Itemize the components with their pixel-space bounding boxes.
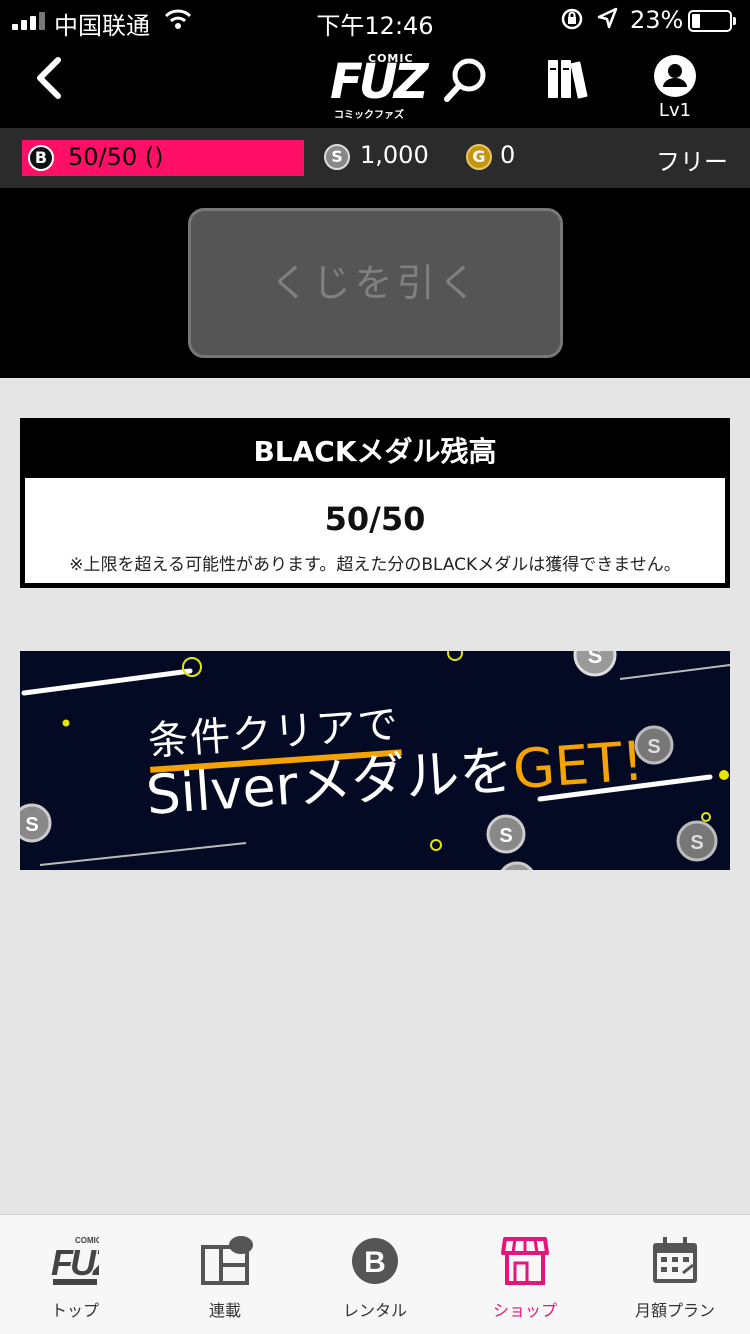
calendar-icon: [651, 1235, 699, 1287]
tab-rental[interactable]: B レンタル: [300, 1215, 450, 1334]
balance-card-body: 50/50 ※上限を超える可能性があります。超えた分のBLACKメダルは獲得でき…: [25, 478, 725, 583]
back-button[interactable]: [30, 54, 70, 104]
black-medal-value: 50/50 (): [68, 143, 164, 171]
logo-fuz-text: FUZ: [330, 54, 429, 110]
svg-text:S: S: [25, 814, 38, 836]
profile-button[interactable]: Lv1: [648, 54, 702, 124]
black-medal-balance-card: BLACKメダル残高 50/50 ※上限を超える可能性があります。超えた分のBL…: [20, 418, 730, 588]
lottery-area: くじを引く: [0, 188, 750, 378]
location-icon: [596, 6, 618, 38]
back-icon: [37, 57, 61, 99]
logo-kana-text: コミックファズ: [334, 110, 404, 121]
battery-percent: 23%: [630, 6, 684, 34]
tab-top-label: トップ: [50, 1301, 99, 1320]
tab-monthly-plan[interactable]: 月額プラン: [600, 1215, 750, 1334]
profile-icon: [654, 55, 696, 97]
status-bar: 中国联通 下午12:46 23%: [0, 0, 750, 42]
plan-status[interactable]: フリー: [656, 142, 728, 177]
bookshelf-button[interactable]: [546, 56, 592, 102]
battery-level: [692, 14, 700, 28]
fuz-logo[interactable]: COMIC FUZ コミックファズ: [330, 50, 429, 121]
balance-amount: 50/50: [324, 500, 426, 538]
bottom-tab-bar: COMICFUZ トップ 連載 B レンタル ショップ 月額プラン: [0, 1214, 750, 1334]
fuz-logo-icon: COMICFUZ: [51, 1235, 120, 1287]
shop-icon: [501, 1235, 549, 1287]
tab-top[interactable]: COMICFUZ トップ: [0, 1215, 150, 1334]
user-level: Lv1: [658, 100, 692, 121]
svg-text:FUZ: FUZ: [51, 1242, 99, 1283]
silver-medal-campaign-banner[interactable]: S S S S S 条件クリアで SilverメダルをGET!: [20, 651, 730, 870]
svg-text:S: S: [647, 736, 660, 758]
gold-medal-value: 0: [500, 141, 516, 169]
silver-coin-icon: S: [486, 814, 526, 854]
silver-coin-icon: S: [573, 651, 617, 677]
bookshelf-icon: [548, 60, 588, 99]
svg-text:S: S: [690, 832, 703, 854]
silver-coin-icon: S: [20, 803, 52, 843]
battery-icon: [688, 10, 736, 32]
tab-rental-label: レンタル: [342, 1301, 407, 1320]
svg-text:S: S: [588, 651, 603, 668]
search-icon: [444, 58, 486, 102]
draw-lottery-button[interactable]: くじを引く: [188, 208, 563, 358]
black-medal-icon: B: [28, 145, 54, 171]
silver-coin-icon: [500, 861, 534, 870]
tab-shop-label: ショップ: [492, 1301, 557, 1320]
silver-medal-icon: S: [324, 144, 350, 170]
balance-card-title: BLACKメダル残高: [253, 435, 497, 468]
svg-text:B: B: [364, 1246, 386, 1279]
banner-get-text: GET!: [510, 729, 646, 802]
gold-medal-icon: G: [466, 144, 492, 170]
silver-coin-icon: S: [676, 820, 718, 862]
serial-icon: [201, 1235, 253, 1287]
rotation-lock-icon: [560, 6, 584, 38]
tab-monthly-plan-label: 月額プラン: [634, 1301, 715, 1320]
tab-serial[interactable]: 連載: [150, 1215, 300, 1334]
silver-medal-value: 1,000: [360, 141, 429, 169]
rental-b-icon: B: [351, 1235, 399, 1287]
app-header: COMIC FUZ コミックファズ Lv1: [0, 42, 750, 128]
balance-note: ※上限を超える可能性があります。超えた分のBLACKメダルは獲得できません。: [69, 555, 681, 575]
medal-bar: B 50/50 () S 1,000 G 0 フリー: [0, 128, 750, 188]
tab-serial-label: 連載: [208, 1301, 241, 1320]
black-medal-balance[interactable]: B 50/50 (): [22, 140, 304, 176]
search-button[interactable]: [442, 56, 490, 106]
svg-text:S: S: [499, 825, 512, 847]
tab-shop[interactable]: ショップ: [450, 1215, 600, 1334]
